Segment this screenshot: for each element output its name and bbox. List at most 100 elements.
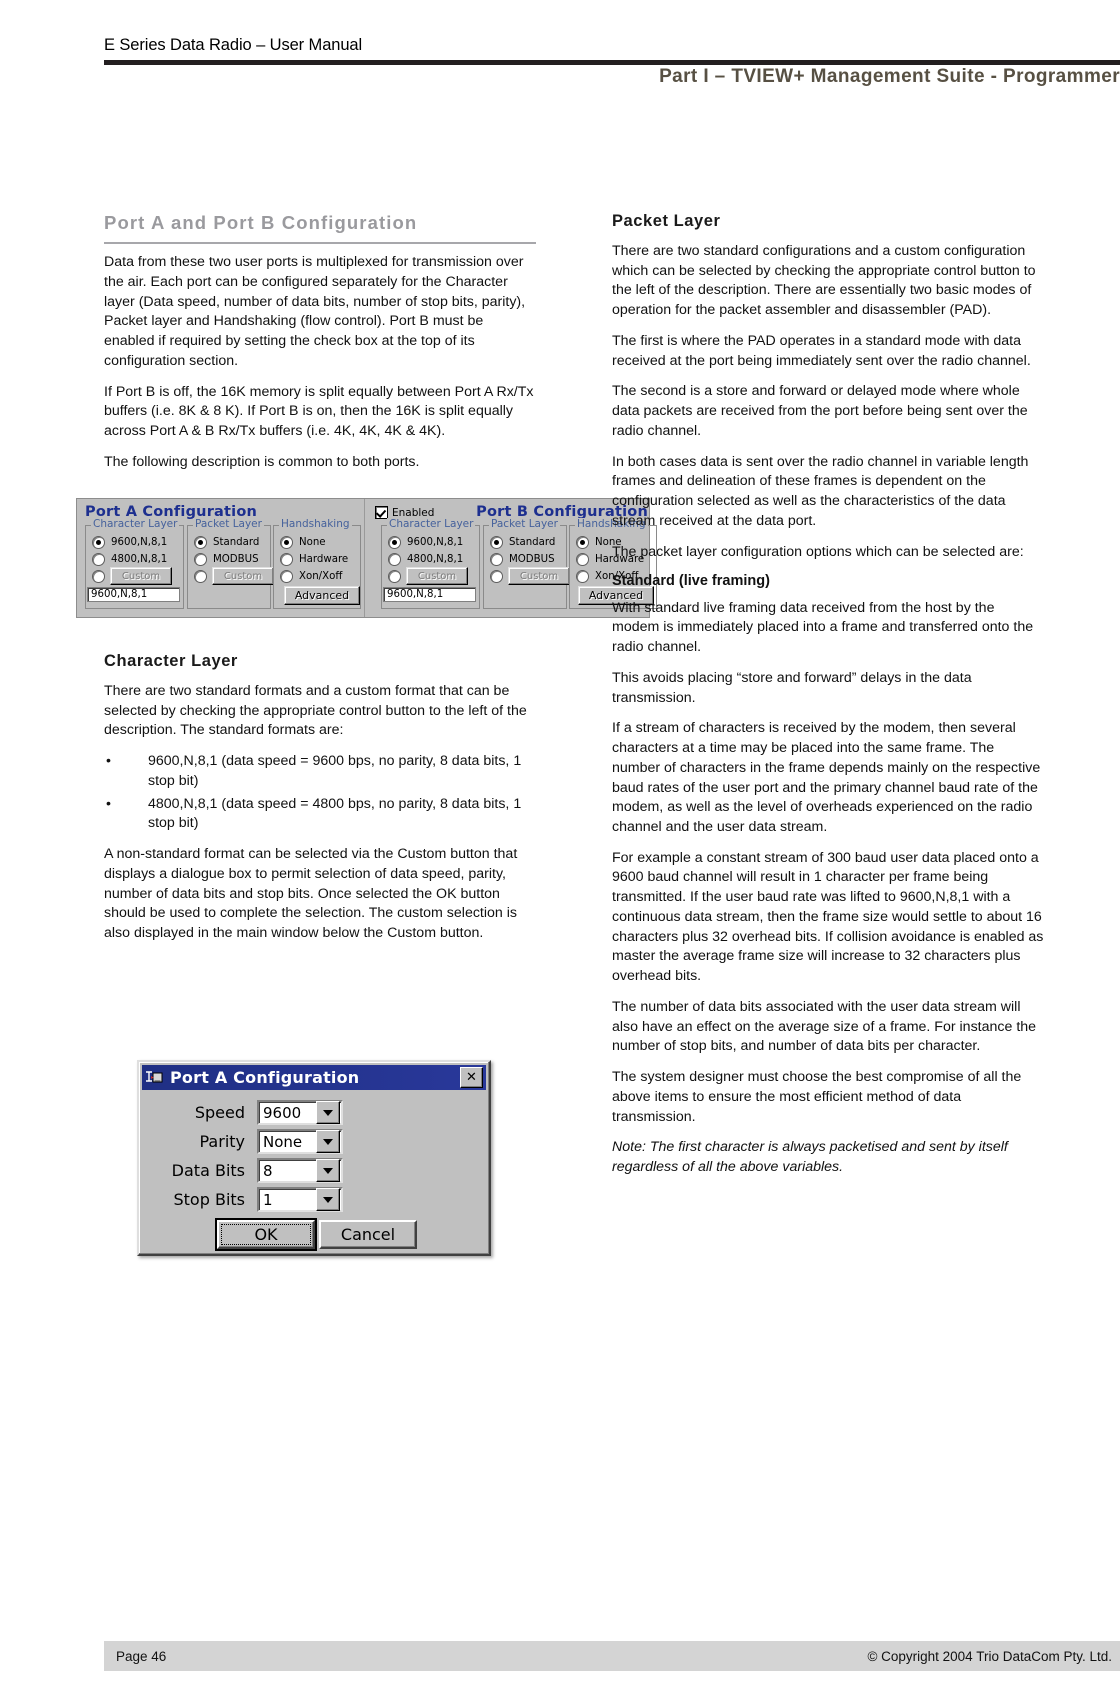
paragraph: The second is a store and forward or del… [612, 383, 1028, 439]
paragraph: There are two standard configurations an… [612, 242, 1036, 319]
data-bits-label: Data Bits [171, 1161, 245, 1180]
port-b-panel: Enabled Port B Configuration Character L… [364, 499, 657, 617]
radio-button-icon[interactable] [388, 553, 401, 566]
radio-button-icon[interactable] [194, 553, 207, 566]
radio-label: 4800,N,8,1 [111, 554, 168, 565]
radio-modbus[interactable]: MODBUS [194, 553, 259, 566]
standard-framing-heading: Standard (live framing) [612, 573, 770, 590]
radio-button-icon[interactable] [576, 536, 589, 549]
paragraph: If Port B is off, the 16K memory is spli… [104, 383, 534, 440]
radio-hardware[interactable]: Hardware [280, 553, 348, 566]
radio-button-icon[interactable] [280, 553, 293, 566]
radio-custom[interactable] [490, 570, 503, 583]
radio-button-icon[interactable] [490, 570, 503, 583]
stop-bits-select[interactable]: 1 [257, 1187, 343, 1212]
speed-select[interactable]: 9600 [257, 1100, 343, 1125]
parity-label: Parity [199, 1132, 246, 1151]
paragraph: There are two standard formats and a cus… [104, 682, 527, 739]
radio-custom[interactable] [92, 570, 105, 583]
bullet-icon: • [106, 795, 111, 812]
paragraph: The following description is common to b… [104, 453, 420, 470]
dialog-titlebar[interactable]: Port A Configuration ✕ [142, 1065, 486, 1090]
radio-label: Hardware [299, 554, 349, 565]
speed-field-row: Speed 9600 [145, 1100, 343, 1125]
serial-port-icon [145, 1069, 164, 1086]
radio-label: Xon/Xoff [299, 571, 343, 582]
radio-standard[interactable]: Standard [194, 536, 259, 549]
group-legend: Packet Layer [193, 518, 264, 530]
radio-modbus[interactable]: MODBUS [490, 553, 555, 566]
left-column: Port A and Port B Configuration Data fro… [104, 212, 536, 484]
radio-button-icon[interactable] [388, 570, 401, 583]
radio-9600[interactable]: 9600,N,8,1 [92, 536, 167, 549]
radio-button-icon[interactable] [194, 570, 207, 583]
port-a-custom-value-field[interactable]: 9600,N,8,1 [87, 587, 180, 602]
port-a-advanced-button[interactable]: Advanced [284, 586, 360, 605]
radio-button-icon[interactable] [490, 536, 503, 549]
data-bits-field-row: Data Bits 8 [145, 1158, 343, 1183]
chevron-down-icon[interactable] [316, 1188, 340, 1211]
list-item-label: 4800,N,8,1 (data speed = 4800 bps, no pa… [148, 795, 522, 832]
radio-4800[interactable]: 4800,N,8,1 [388, 553, 463, 566]
data-bits-select[interactable]: 8 [257, 1158, 343, 1183]
radio-none[interactable]: None [280, 536, 326, 549]
note-paragraph: Note: The first character is always pack… [612, 1139, 1008, 1175]
radio-button-icon[interactable] [388, 536, 401, 549]
radio-button-icon[interactable] [92, 553, 105, 566]
radio-custom[interactable] [194, 570, 207, 583]
paragraph: In both cases data is sent over the radi… [612, 453, 1029, 529]
stop-bits-value: 1 [263, 1190, 273, 1209]
radio-button-icon[interactable] [280, 570, 293, 583]
page-title: Port A and Port B Configuration [104, 212, 536, 245]
radio-button-icon[interactable] [576, 570, 589, 583]
character-custom-button[interactable]: Custom [110, 567, 172, 585]
cancel-button[interactable]: Cancel [319, 1220, 417, 1249]
radio-label: MODBUS [509, 554, 555, 565]
chevron-down-icon[interactable] [316, 1130, 340, 1153]
radio-label: 9600,N,8,1 [111, 537, 168, 548]
chevron-down-icon[interactable] [316, 1159, 340, 1182]
cancel-button-label: Cancel [340, 1225, 396, 1244]
ok-button[interactable]: OK [215, 1218, 317, 1251]
radio-standard[interactable]: Standard [490, 536, 555, 549]
speed-value: 9600 [263, 1103, 302, 1122]
part-title: Part I – TVIEW+ Management Suite - Progr… [659, 66, 1120, 87]
ok-button-label: OK [254, 1225, 278, 1244]
packet-custom-button[interactable]: Custom [212, 567, 274, 585]
radio-button-icon[interactable] [92, 536, 105, 549]
radio-button-icon[interactable] [280, 536, 293, 549]
port-a-configuration-dialog: Port A Configuration ✕ Speed 9600 Parity… [137, 1060, 491, 1256]
parity-value: None [263, 1132, 303, 1151]
packet-custom-button[interactable]: Custom [508, 567, 570, 585]
radio-4800[interactable]: 4800,N,8,1 [92, 553, 167, 566]
port-b-custom-value-field[interactable]: 9600,N,8,1 [383, 587, 476, 602]
radio-button-icon[interactable] [490, 553, 503, 566]
page-header: E Series Data Radio – User Manual Part I… [0, 0, 1120, 100]
manual-title: E Series Data Radio – User Manual [104, 36, 363, 54]
radio-label: 4800,N,8,1 [407, 554, 464, 565]
radio-xonxoff[interactable]: Xon/Xoff [280, 570, 342, 583]
character-custom-button[interactable]: Custom [406, 567, 468, 585]
packet-layer-heading: Packet Layer [612, 212, 721, 230]
paragraph: Data from these two user ports is multip… [104, 254, 526, 369]
list-item: • 9600,N,8,1 (data speed = 9600 bps, no … [104, 752, 536, 791]
paragraph: The packet layer configuration options w… [612, 543, 1024, 560]
radio-label: 9600,N,8,1 [407, 537, 464, 548]
radio-button-icon[interactable] [194, 536, 207, 549]
enabled-label: Enabled [392, 506, 435, 519]
character-layer-heading: Character Layer [104, 652, 238, 670]
radio-button-icon[interactable] [92, 570, 105, 583]
parity-select[interactable]: None [257, 1129, 343, 1154]
bullet-icon: • [106, 753, 111, 770]
close-icon[interactable]: ✕ [460, 1067, 483, 1088]
radio-button-icon[interactable] [576, 553, 589, 566]
header-divider [104, 60, 1120, 65]
chevron-down-icon[interactable] [316, 1101, 340, 1124]
radio-custom[interactable] [388, 570, 401, 583]
paragraph: With standard live framing data received… [612, 599, 1034, 656]
group-legend: Character Layer [387, 518, 476, 530]
data-bits-value: 8 [263, 1161, 273, 1180]
port-a-panel: Port A Configuration Character Layer 960… [77, 499, 364, 617]
radio-9600[interactable]: 9600,N,8,1 [388, 536, 463, 549]
group-legend: Handshaking [279, 518, 352, 530]
